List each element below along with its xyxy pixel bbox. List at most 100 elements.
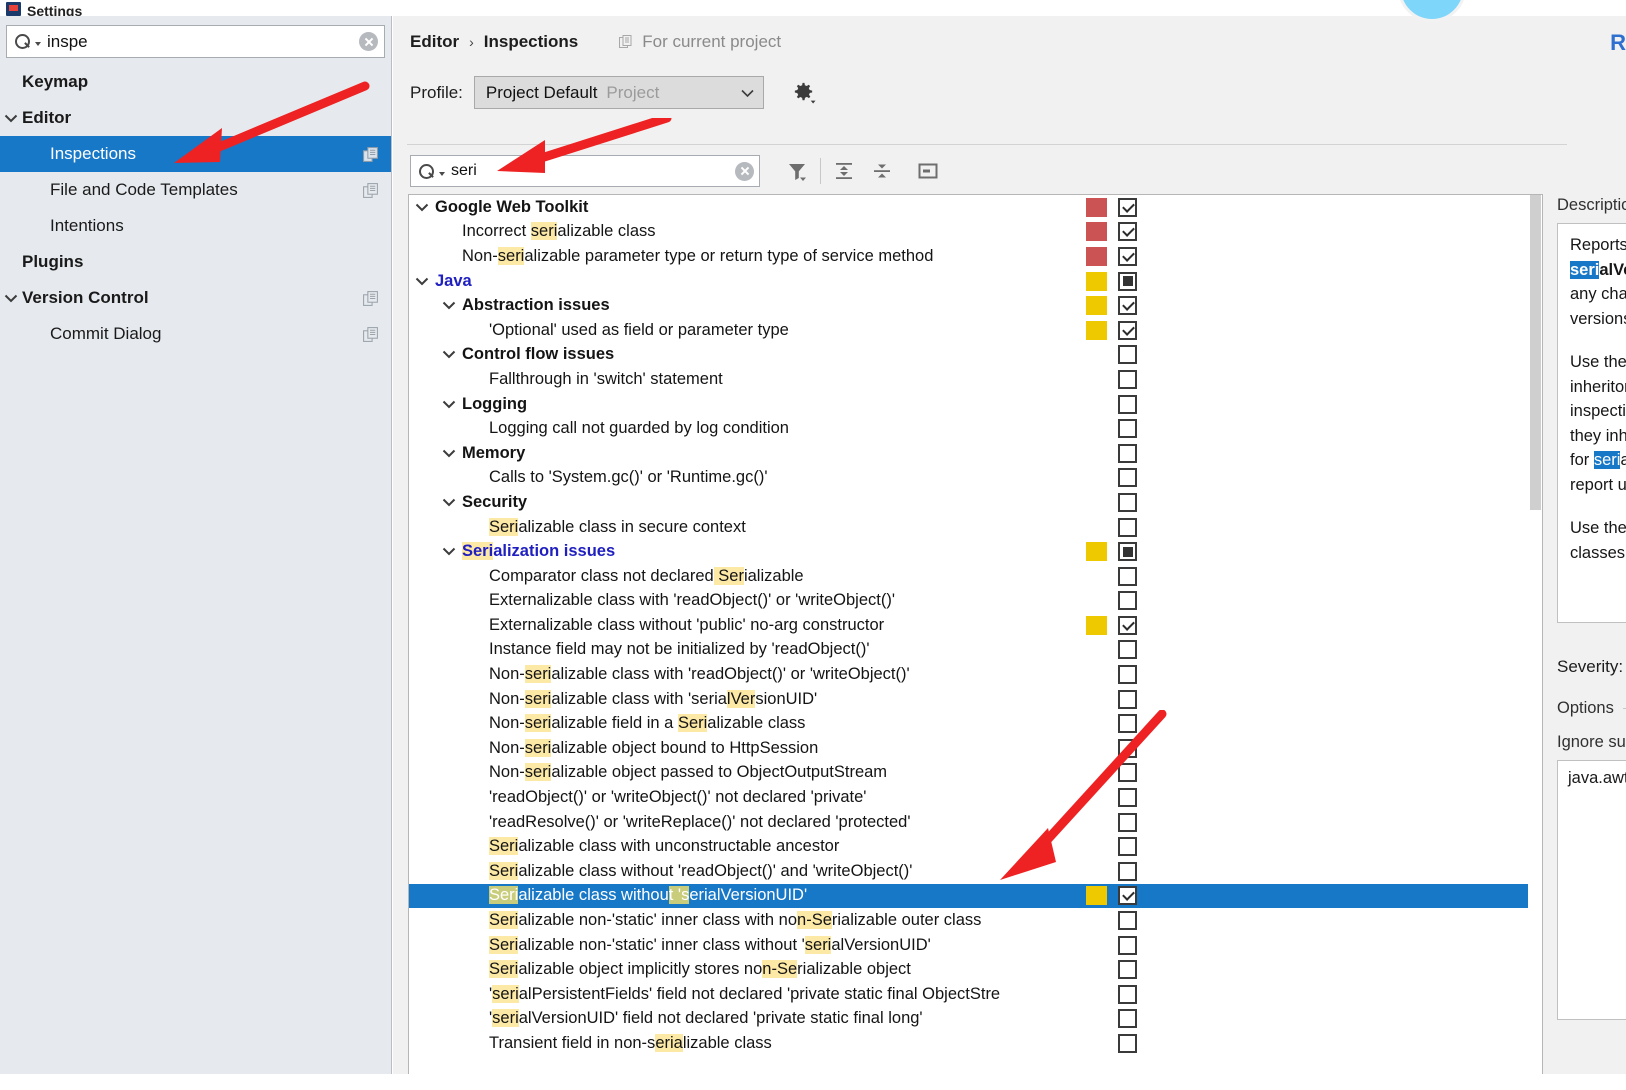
inspection-enabled-checkbox[interactable] — [1118, 296, 1137, 316]
inspection-enabled-checkbox[interactable] — [1118, 443, 1137, 463]
chevron-down-icon[interactable] — [436, 400, 462, 409]
tree-row[interactable]: Transient field in non-serializable clas… — [409, 1031, 1542, 1056]
inspection-enabled-checkbox[interactable] — [1118, 492, 1137, 512]
sidebar-item-version-control[interactable]: Version Control — [0, 280, 391, 316]
gear-icon[interactable] — [791, 80, 816, 105]
inspection-enabled-checkbox[interactable] — [1118, 911, 1137, 931]
tree-row[interactable]: Serializable object implicitly stores no… — [409, 957, 1542, 982]
inspection-enabled-checkbox[interactable] — [1118, 320, 1137, 340]
chevron-down-icon[interactable] — [0, 294, 22, 303]
tree-row[interactable]: Externalizable class with 'readObject()'… — [409, 589, 1542, 614]
chevron-down-icon[interactable] — [0, 114, 22, 123]
tree-row[interactable]: Non-serializable object passed to Object… — [409, 761, 1542, 786]
chevron-down-icon[interactable] — [436, 449, 462, 458]
tree-row[interactable]: Non-serializable object bound to HttpSes… — [409, 736, 1542, 761]
sidebar-item-plugins[interactable]: Plugins — [0, 244, 391, 280]
tree-row[interactable]: 'Optional' used as field or parameter ty… — [409, 318, 1542, 343]
chevron-down-icon[interactable] — [436, 350, 462, 359]
show-description-icon[interactable] — [909, 155, 947, 187]
sidebar-item-inspections[interactable]: Inspections — [0, 136, 391, 172]
copy-icon[interactable] — [362, 182, 379, 199]
breadcrumb-editor[interactable]: Editor — [410, 32, 459, 52]
collapse-all-icon[interactable] — [863, 155, 901, 187]
tree-row[interactable]: Serializable non-'static' inner class wi… — [409, 908, 1542, 933]
tree-row[interactable]: Memory — [409, 441, 1542, 466]
chevron-down-icon[interactable] — [436, 301, 462, 310]
tree-row[interactable]: Non-serializable class with 'readObject(… — [409, 662, 1542, 687]
inspection-enabled-checkbox[interactable] — [1118, 197, 1137, 217]
tree-scrollbar-thumb[interactable] — [1530, 195, 1541, 510]
inspection-enabled-checkbox[interactable] — [1118, 837, 1137, 857]
inspection-enabled-checkbox[interactable] — [1118, 271, 1137, 291]
tree-row[interactable]: Comparator class not declared Serializab… — [409, 564, 1542, 589]
tree-row[interactable]: Non-serializable class with 'serialVersi… — [409, 687, 1542, 712]
tree-row[interactable]: 'readObject()' or 'writeObject()' not de… — [409, 785, 1542, 810]
inspection-enabled-checkbox[interactable] — [1118, 665, 1137, 685]
inspection-enabled-checkbox[interactable] — [1118, 591, 1137, 611]
tree-row[interactable]: Logging — [409, 392, 1542, 417]
sidebar-item-keymap[interactable]: Keymap — [0, 64, 391, 100]
filter-icon[interactable] — [778, 155, 816, 187]
expand-all-icon[interactable] — [825, 155, 863, 187]
clear-icon[interactable] — [735, 161, 754, 181]
tree-row[interactable]: Incorrect serializable class — [409, 220, 1542, 245]
ignore-subclasses-table[interactable]: java.awt.Component — [1557, 760, 1626, 1020]
inspection-enabled-checkbox[interactable] — [1118, 1009, 1137, 1029]
inspection-enabled-checkbox[interactable] — [1118, 640, 1137, 660]
sidebar-item-editor[interactable]: Editor — [0, 100, 391, 136]
copy-icon[interactable] — [362, 326, 379, 343]
inspection-enabled-checkbox[interactable] — [1118, 566, 1137, 586]
tree-row[interactable]: Serializable non-'static' inner class wi… — [409, 933, 1542, 958]
tree-row[interactable]: Serialization issues — [409, 539, 1542, 564]
search-dropdown-caret-icon[interactable] — [35, 42, 41, 46]
inspection-enabled-checkbox[interactable] — [1118, 714, 1137, 734]
tree-vertical-scrollbar[interactable] — [1528, 195, 1542, 1074]
tree-row[interactable]: Instance field may not be initialized by… — [409, 638, 1542, 663]
copy-icon[interactable] — [362, 146, 379, 163]
tree-row[interactable]: Calls to 'System.gc()' or 'Runtime.gc()' — [409, 466, 1542, 491]
inspection-enabled-checkbox[interactable] — [1118, 788, 1137, 808]
inspection-tree-panel[interactable]: Google Web Toolkit Incorrect serializable… — [408, 194, 1543, 1074]
clear-icon[interactable] — [359, 32, 378, 51]
inspection-enabled-checkbox[interactable] — [1118, 542, 1137, 562]
tree-row[interactable]: Google Web Toolkit — [409, 195, 1542, 220]
chevron-down-icon[interactable] — [436, 547, 462, 556]
inspection-enabled-checkbox[interactable] — [1118, 1033, 1137, 1053]
tree-row[interactable]: 'serialVersionUID' field not declared 'p… — [409, 1007, 1542, 1032]
tree-row[interactable]: Externalizable class without 'public' no… — [409, 613, 1542, 638]
tree-row[interactable]: Serializable class in secure context — [409, 515, 1542, 540]
inspection-enabled-checkbox[interactable] — [1118, 615, 1137, 635]
inspection-enabled-checkbox[interactable] — [1118, 246, 1137, 266]
sidebar-item-intentions[interactable]: Intentions — [0, 208, 391, 244]
inspection-enabled-checkbox[interactable] — [1118, 517, 1137, 537]
tree-row[interactable]: Non-serializable field in a Serializable… — [409, 711, 1542, 736]
inspection-enabled-checkbox[interactable] — [1118, 763, 1137, 783]
tree-row[interactable]: Serializable class without 'serialVersio… — [409, 883, 1542, 909]
inspection-enabled-checkbox[interactable] — [1118, 394, 1137, 414]
tree-row[interactable]: Logging call not guarded by log conditio… — [409, 416, 1542, 441]
copy-icon[interactable] — [362, 290, 379, 307]
tree-row[interactable]: Abstraction issues — [409, 293, 1542, 318]
chevron-down-icon[interactable] — [409, 203, 435, 212]
breadcrumb-inspections[interactable]: Inspections — [484, 32, 578, 52]
inspection-enabled-checkbox[interactable] — [1118, 468, 1137, 488]
search-dropdown-caret-icon[interactable] — [439, 171, 445, 176]
tree-row[interactable]: Fallthrough in 'switch' statement — [409, 367, 1542, 392]
tree-row[interactable]: Non-serializable parameter type or retur… — [409, 244, 1542, 269]
tree-row[interactable]: Security — [409, 490, 1542, 515]
ignore-subclasses-entry[interactable]: java.awt.Component — [1568, 769, 1626, 788]
inspection-enabled-checkbox[interactable] — [1118, 222, 1137, 242]
inspection-enabled-checkbox[interactable] — [1118, 738, 1137, 758]
chevron-down-icon[interactable] — [409, 277, 435, 286]
inspection-search-field[interactable]: seri — [410, 155, 760, 187]
inspection-enabled-checkbox[interactable] — [1118, 812, 1137, 832]
inspection-enabled-checkbox[interactable] — [1118, 960, 1137, 980]
sidebar-item-commit-dialog[interactable]: Commit Dialog — [0, 316, 391, 352]
inspection-enabled-checkbox[interactable] — [1118, 369, 1137, 389]
tree-row[interactable]: Control flow issues — [409, 343, 1542, 368]
inspection-enabled-checkbox[interactable] — [1118, 345, 1137, 365]
tree-row[interactable]: Serializable class without 'readObject()… — [409, 859, 1542, 884]
chevron-down-icon[interactable] — [436, 498, 462, 507]
tree-row[interactable]: Java — [409, 269, 1542, 294]
sidebar-item-file-and-code-templates[interactable]: File and Code Templates — [0, 172, 391, 208]
